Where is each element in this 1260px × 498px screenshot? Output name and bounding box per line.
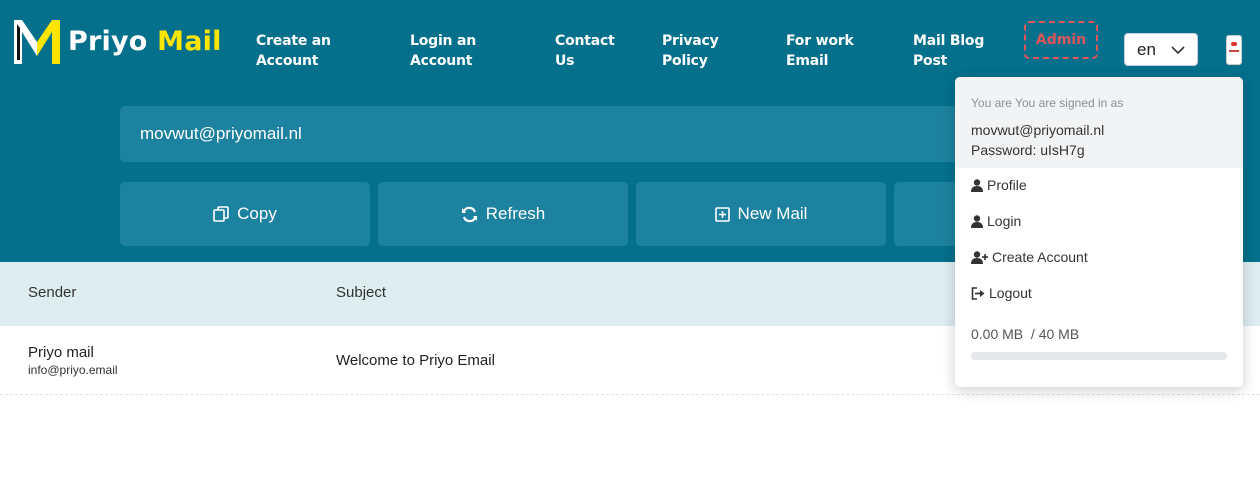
nav-label-line2: Account	[410, 53, 473, 69]
account-password: Password: uIsH7g	[971, 142, 1085, 158]
nav-label-line1: Contact	[555, 33, 615, 49]
sender-email: info@priyo.email	[28, 363, 118, 377]
copy-icon	[213, 206, 229, 222]
nav-label-line1: Mail Blog	[913, 33, 985, 49]
nav-label-line2: Email	[786, 53, 829, 69]
nav-contact-us[interactable]: Contact Us	[555, 31, 615, 71]
storage-separator: /	[1030, 326, 1035, 342]
logo-m-icon	[14, 20, 60, 64]
storage-progress-bar	[971, 352, 1227, 360]
menu-item-label: Profile	[987, 177, 1027, 193]
account-dropdown: You are You are signed in as movwut@priy…	[955, 77, 1243, 387]
menu-item-login[interactable]: Login	[971, 213, 1021, 229]
avatar[interactable]	[1226, 35, 1242, 65]
language-select[interactable]: en	[1124, 33, 1198, 66]
temp-email-display[interactable]: movwut@priyomail.nl	[120, 106, 1020, 162]
refresh-button[interactable]: Refresh	[378, 182, 628, 246]
sender-name: Priyo mail	[28, 344, 94, 361]
nav-label-line2: Us	[555, 53, 575, 69]
sign-out-icon	[971, 286, 985, 300]
sender-column-header: Sender	[28, 284, 77, 301]
brand-name: Priyo Mail	[68, 26, 222, 57]
plus-square-icon	[714, 206, 730, 222]
menu-item-profile[interactable]: Profile	[971, 177, 1027, 193]
storage-total: 40 MB	[1038, 326, 1080, 342]
new-mail-label: New Mail	[737, 204, 808, 223]
nav-label-line2: Account	[256, 53, 319, 69]
new-mail-button[interactable]: New Mail	[636, 182, 886, 246]
avatar-mark-line	[1229, 50, 1239, 52]
brand-word2: Mail	[157, 25, 222, 57]
user-icon	[971, 178, 983, 192]
account-info: You are You are signed in as movwut@priy…	[955, 77, 1243, 168]
user-icon	[971, 214, 983, 228]
nav-label-line2: Post	[913, 53, 948, 69]
menu-item-label: Logout	[989, 285, 1032, 301]
nav-mail-blog[interactable]: Mail Blog Post	[913, 31, 984, 71]
nav-work-email[interactable]: For work Email	[786, 31, 854, 71]
brand-logo[interactable]: Priyo Mail	[12, 16, 222, 66]
copy-button[interactable]: Copy	[120, 182, 370, 246]
refresh-icon	[461, 206, 477, 222]
nav-label-line1: For work	[786, 33, 854, 49]
menu-item-label: Create Account	[992, 249, 1088, 265]
language-value: en	[1137, 39, 1156, 59]
nav-label-line1: Login an	[410, 33, 477, 49]
menu-item-create-account[interactable]: Create Account	[971, 249, 1088, 265]
copy-label: Copy	[237, 204, 277, 223]
chevron-down-icon	[1171, 45, 1185, 54]
mail-subject: Welcome to Priyo Email	[336, 352, 495, 369]
nav-login-account[interactable]: Login an Account	[410, 31, 476, 71]
menu-item-label: Login	[987, 213, 1022, 229]
menu-item-logout[interactable]: Logout	[971, 285, 1032, 301]
nav-label-line2: Policy	[662, 53, 708, 69]
signed-in-text: You are You are signed in as	[971, 96, 1124, 110]
user-plus-icon	[971, 250, 988, 264]
account-email: movwut@priyomail.nl	[971, 122, 1105, 138]
nav-label-line1: Create an	[256, 33, 331, 49]
nav-create-account[interactable]: Create an Account	[256, 31, 331, 71]
nav-label-line1: Privacy	[662, 33, 719, 49]
avatar-mark	[1231, 42, 1237, 46]
refresh-label: Refresh	[485, 204, 546, 223]
nav-privacy-policy[interactable]: Privacy Policy	[662, 31, 719, 71]
admin-button[interactable]: Admin	[1024, 21, 1098, 59]
brand-word1: Priyo	[68, 25, 148, 57]
subject-column-header: Subject	[336, 284, 387, 301]
storage-used: 0.00 MB	[971, 326, 1024, 342]
storage-text: 0.00 MB / 40 MB	[971, 326, 1079, 342]
